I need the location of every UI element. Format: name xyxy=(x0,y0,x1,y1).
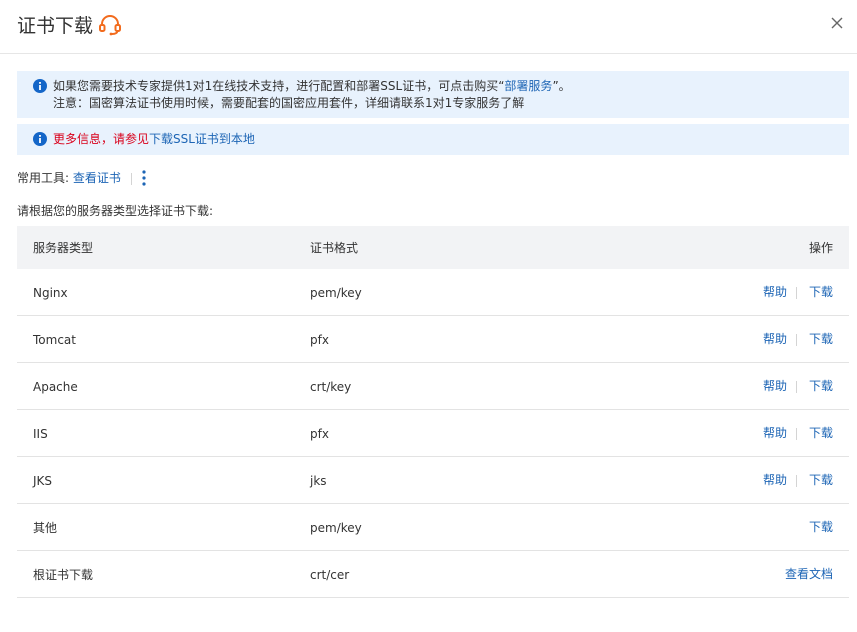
help-link[interactable]: 帮助 xyxy=(763,473,787,487)
row-actions: 帮助 下载 xyxy=(763,425,833,441)
cert-download-dialog: 证书下载 如果您需要技术专家提供1对1在线技术支持，进行配置和部署SSL证书，可… xyxy=(0,0,857,632)
actions-divider xyxy=(795,427,797,440)
cert-format-table: 服务器类型 证书格式 操作 Nginx pem/key 帮助 下载 Tomcat … xyxy=(17,226,849,598)
row-actions: 帮助 下载 xyxy=(763,331,833,347)
server-type-cell: JKS xyxy=(33,474,53,488)
notice-line-1-suffix: ”。 xyxy=(552,79,571,93)
view-docs-link[interactable]: 查看文档 xyxy=(785,567,833,581)
row-actions: 帮助 下载 xyxy=(763,284,833,300)
table-row: 根证书下载 crt/cer 查看文档 xyxy=(17,551,849,598)
deploy-service-notice: 如果您需要技术专家提供1对1在线技术支持，进行配置和部署SSL证书，可点击购买“… xyxy=(17,71,849,118)
cert-format-cell: pem/key xyxy=(310,286,362,300)
download-link[interactable]: 下载 xyxy=(809,426,833,440)
header-cert-format: 证书格式 xyxy=(310,241,359,255)
help-link[interactable]: 帮助 xyxy=(763,426,787,440)
common-tools: 常用工具: 查看证书 xyxy=(17,169,142,187)
more-info-notice: 更多信息，请参见下载SSL证书到本地 xyxy=(17,124,849,155)
table-row: Nginx pem/key 帮助 下载 xyxy=(17,269,849,316)
notice-line-1-prefix: 如果您需要技术专家提供1对1在线技术支持，进行配置和部署SSL证书，可点击购买“ xyxy=(53,79,505,93)
actions-divider xyxy=(795,474,797,487)
view-cert-link[interactable]: 查看证书 xyxy=(73,171,121,185)
header-server-type: 服务器类型 xyxy=(33,241,94,255)
server-type-cell: 根证书下载 xyxy=(33,568,94,582)
cert-format-cell: crt/cer xyxy=(310,568,350,582)
table-row: 其他 pem/key 下载 xyxy=(17,504,849,551)
row-actions: 下载 xyxy=(809,519,833,535)
help-link[interactable]: 帮助 xyxy=(763,285,787,299)
actions-divider xyxy=(795,333,797,346)
server-type-cell: 其他 xyxy=(33,521,58,535)
download-ssl-doc-link[interactable]: 下载SSL证书到本地 xyxy=(149,132,255,146)
cert-format-cell: pem/key xyxy=(310,521,362,535)
cert-format-cell: pfx xyxy=(310,427,329,441)
download-link[interactable]: 下载 xyxy=(809,520,833,534)
notice-line-1: 如果您需要技术专家提供1对1在线技术支持，进行配置和部署SSL证书，可点击购买“… xyxy=(53,78,849,95)
cert-format-cell: crt/key xyxy=(310,380,352,394)
dialog-header: 证书下载 xyxy=(0,0,857,54)
row-actions: 帮助 下载 xyxy=(763,472,833,488)
download-link[interactable]: 下载 xyxy=(809,379,833,393)
download-link[interactable]: 下载 xyxy=(809,285,833,299)
table-row: Apache crt/key 帮助 下载 xyxy=(17,363,849,410)
more-info-text: 更多信息，请参见 xyxy=(53,132,150,146)
tools-divider xyxy=(130,172,132,185)
actions-divider xyxy=(795,286,797,299)
row-actions: 查看文档 xyxy=(785,566,833,582)
dialog-title: 证书下载 xyxy=(17,15,94,37)
table-row: JKS jks 帮助 下载 xyxy=(17,457,849,504)
more-vertical-icon[interactable] xyxy=(139,168,149,188)
actions-divider xyxy=(795,380,797,393)
table-header: 服务器类型 证书格式 操作 xyxy=(17,226,849,269)
cert-format-cell: jks xyxy=(310,474,327,488)
table-row: Tomcat pfx 帮助 下载 xyxy=(17,316,849,363)
row-actions: 帮助 下载 xyxy=(763,378,833,394)
info-icon xyxy=(33,132,47,146)
deploy-service-link[interactable]: 部署服务 xyxy=(504,79,552,93)
server-type-cell: Apache xyxy=(33,380,78,394)
select-server-prompt: 请根据您的服务器类型选择证书下载: xyxy=(17,204,214,218)
header-actions: 操作 xyxy=(808,241,833,255)
common-tools-label: 常用工具: xyxy=(17,171,70,185)
server-type-cell: IIS xyxy=(33,427,48,441)
cert-format-cell: pfx xyxy=(310,333,329,347)
server-type-cell: Nginx xyxy=(33,286,68,300)
download-link[interactable]: 下载 xyxy=(809,332,833,346)
info-icon xyxy=(33,79,47,93)
help-link[interactable]: 帮助 xyxy=(763,332,787,346)
table-row: IIS pfx 帮助 下载 xyxy=(17,410,849,457)
server-type-cell: Tomcat xyxy=(33,333,76,347)
notice-line-2: 注意：国密算法证书使用时候，需要配套的国密应用套件，详细请联系1对1专家服务了解 xyxy=(53,96,525,110)
headset-icon[interactable] xyxy=(98,14,122,36)
download-link[interactable]: 下载 xyxy=(809,473,833,487)
close-icon[interactable] xyxy=(827,13,847,33)
help-link[interactable]: 帮助 xyxy=(763,379,787,393)
